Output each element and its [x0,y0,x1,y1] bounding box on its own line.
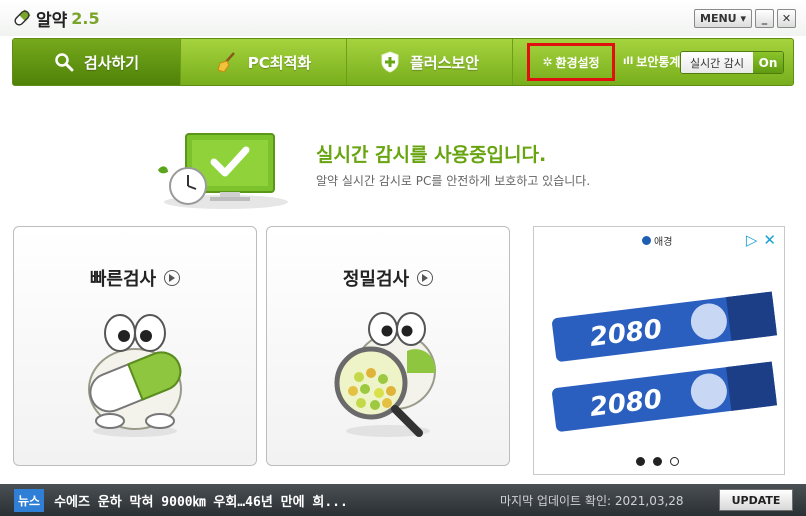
carousel-dots [636,457,679,466]
play-icon [417,270,434,286]
status-title: 실시간 감시를 사용중입니다. [316,144,547,166]
ad-close-icon[interactable]: ✕ [763,231,776,249]
pill-mascot-icon [70,311,200,445]
main-nav: 검사하기 PC최적화 플러스보안 ✲ 환경설정 ıll 보안통계 실시간 감시 … [12,38,794,86]
app-logo: 알약 2.5 [12,7,100,31]
carousel-dot[interactable] [636,457,645,466]
status-subtitle: 알약 실시간 감시로 PC를 안전하게 보호하고 있습니다. [316,174,591,188]
full-scan-card[interactable]: 정밀검사 [266,226,510,466]
news-badge: 뉴스 [14,488,45,512]
quick-scan-label: 빠른검사 [89,269,157,290]
minimize-button[interactable]: _ [755,9,774,28]
tab-scan-label: 검사하기 [83,53,140,72]
settings-label: 환경설정 [555,55,600,70]
realtime-label: 실시간 감시 [681,52,753,73]
toothpaste-product-image: 2080 2080 [548,287,778,441]
settings-button[interactable]: ✲ 환경설정 [527,43,615,81]
search-icon [54,52,74,72]
tab-scan[interactable]: 검사하기 [13,39,181,85]
shield-plus-icon [380,51,400,73]
full-scan-title: 정밀검사 [267,265,509,291]
play-icon [164,270,181,286]
advertisement-panel[interactable]: 애경 ▷ ✕ 2080 2080 [533,226,785,475]
carousel-dot[interactable] [670,457,679,466]
menu-button[interactable]: MENU ▾ [694,9,752,28]
monitor-check-illustration [148,130,288,216]
update-button[interactable]: UPDATE [719,489,793,511]
adchoices-icon[interactable]: ▷ [746,231,758,249]
tab-pc-optimize-label: PC최적화 [247,53,312,72]
gear-icon: ✲ [542,55,553,69]
tab-plus-security[interactable]: 플러스보안 [347,39,513,85]
last-update-text: 마지막 업데이트 확인: 2021,03,28 [500,494,684,508]
full-scan-label: 정밀검사 [342,269,410,290]
broom-icon [216,51,238,73]
quick-scan-card[interactable]: 빠른검사 [13,226,257,466]
ad-brand: 애경 [642,233,672,248]
magnifier-mascot-icon [323,311,453,445]
app-version: 2.5 [71,8,100,28]
app-name: 알약 [36,10,68,31]
ad-brand-name: 애경 [654,237,673,248]
pill-logo-icon [14,9,31,26]
realtime-toggle[interactable]: 실시간 감시 On [680,51,784,74]
bar-chart-icon: ıll [623,56,634,67]
quick-scan-title: 빠른검사 [14,265,256,291]
brand-logo-icon [642,236,651,245]
tab-pc-optimize[interactable]: PC최적화 [181,39,347,85]
stats-label: 보안통계 [636,55,681,69]
realtime-state[interactable]: On [753,52,783,73]
carousel-dot[interactable] [653,457,662,466]
news-headline[interactable]: 수에즈 운하 막혀 9000㎞ 우회…46년 만에 희... [54,491,348,510]
status-bar: 뉴스 수에즈 운하 막혀 9000㎞ 우회…46년 만에 희... 마지막 업데… [0,484,806,516]
stats-button[interactable]: ıll 보안통계 [623,53,680,70]
close-button[interactable]: ✕ [777,9,796,28]
tab-plus-security-label: 플러스보안 [409,53,479,72]
title-bar: 알약 2.5 MENU ▾ _ ✕ [0,0,806,36]
